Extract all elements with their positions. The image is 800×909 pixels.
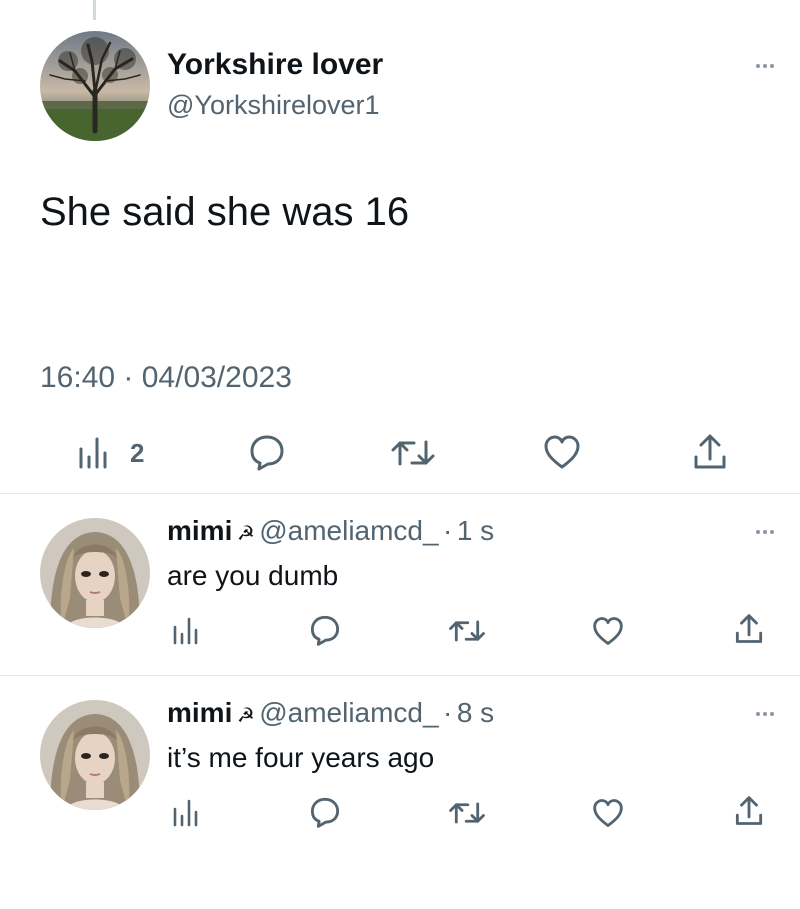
heart-icon[interactable] xyxy=(543,434,581,470)
retweet-icon[interactable] xyxy=(448,799,486,827)
person-avatar-image xyxy=(40,518,150,628)
reply-display-name[interactable]: mimi xyxy=(167,515,232,546)
meta-separator: · xyxy=(443,697,453,728)
reply-text: are you dumb xyxy=(167,560,339,591)
share-upload-icon[interactable] xyxy=(692,433,728,471)
heart-icon[interactable] xyxy=(592,616,624,646)
reply-display-name[interactable]: mimi xyxy=(167,697,232,728)
divider xyxy=(0,493,800,494)
reply-time[interactable]: 1 s xyxy=(457,515,494,546)
bar-chart-icon[interactable] xyxy=(173,799,199,827)
user-handle[interactable]: @Yorkshirelover1 xyxy=(167,90,380,121)
avatar[interactable] xyxy=(40,518,150,628)
more-options-icon[interactable] xyxy=(756,712,774,716)
retweet-icon[interactable] xyxy=(390,436,436,470)
share-upload-icon[interactable] xyxy=(734,613,764,645)
meta-separator: · xyxy=(443,515,453,546)
speech-bubble-icon[interactable] xyxy=(309,796,341,828)
more-options-icon[interactable] xyxy=(756,530,774,534)
avatar[interactable] xyxy=(40,700,150,810)
hammer-sickle-emoji: ☭ xyxy=(236,523,255,545)
bar-chart-icon[interactable] xyxy=(173,617,199,645)
retweet-icon[interactable] xyxy=(448,617,486,645)
tweet-timestamp[interactable]: 16:40 · 04/03/2023 xyxy=(40,361,292,395)
more-options-icon[interactable] xyxy=(756,64,774,68)
reply-handle[interactable]: @ameliamcd_ xyxy=(259,697,438,728)
person-avatar-image xyxy=(40,700,150,810)
divider xyxy=(0,675,800,676)
display-name[interactable]: Yorkshire lover xyxy=(167,48,383,82)
views-count: 2 xyxy=(130,438,145,468)
heart-icon[interactable] xyxy=(592,798,624,828)
reply-text: it’s me four years ago xyxy=(167,742,435,773)
tweet-text: She said she was 16 xyxy=(40,190,410,234)
thread-connector-line xyxy=(93,0,96,20)
share-upload-icon[interactable] xyxy=(734,795,764,827)
bar-chart-icon[interactable] xyxy=(78,437,110,469)
speech-bubble-icon[interactable] xyxy=(248,433,286,471)
reply-handle[interactable]: @ameliamcd_ xyxy=(259,515,438,546)
hammer-sickle-emoji: ☭ xyxy=(236,705,255,727)
avatar[interactable] xyxy=(40,31,150,141)
reply-time[interactable]: 8 s xyxy=(457,697,494,728)
tree-landscape-avatar-image xyxy=(40,31,150,141)
speech-bubble-icon[interactable] xyxy=(309,614,341,646)
